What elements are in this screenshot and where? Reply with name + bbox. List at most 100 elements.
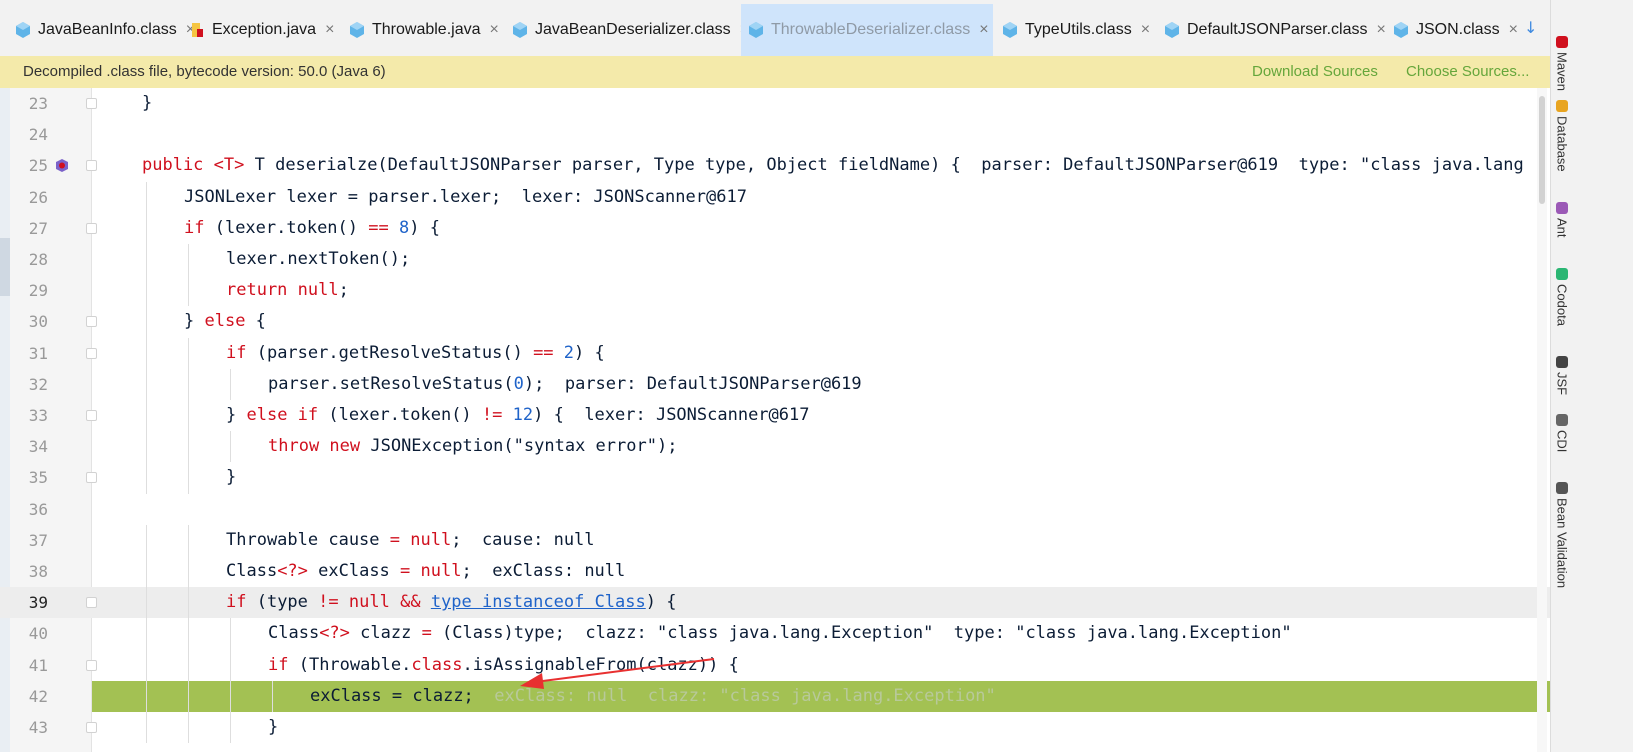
tool-window-maven[interactable]: Maven	[1553, 36, 1571, 91]
tab-json-class[interactable]: JSON.class ×	[1386, 4, 1518, 56]
tab-javabeandeserializer-class[interactable]: JavaBeanDeserializer.class×	[505, 4, 749, 56]
maven-icon	[1556, 36, 1568, 48]
fold-marker-icon[interactable]	[86, 597, 97, 609]
code-token: ) {	[645, 592, 677, 613]
fold-marker-icon[interactable]	[86, 472, 97, 484]
fold-marker-icon[interactable]	[86, 160, 97, 172]
more-tabs-icon[interactable]: ↓	[1524, 18, 1537, 37]
code-line[interactable]: 28 lexer.nextToken();	[0, 244, 1550, 275]
code-line[interactable]: 35}	[0, 462, 1550, 493]
tab-javabeaninfo-class[interactable]: JavaBeanInfo.class ×	[8, 4, 195, 56]
scrollbar-thumb[interactable]	[1539, 96, 1545, 204]
code-token: Class	[268, 623, 320, 644]
fold-marker-icon[interactable]	[86, 722, 97, 733]
code-line[interactable]: 31 if (parser.getResolveStatus() == 2) {	[0, 338, 1550, 369]
code-token: !=	[318, 592, 339, 613]
code-editor[interactable]: 23} 24 25 public <T> T deserialze(DefaultJS…	[0, 88, 1550, 752]
choose-sources-link[interactable]: Choose Sources...	[1406, 63, 1529, 80]
close-tab-icon[interactable]: ×	[490, 21, 499, 39]
debug-inline-value: parser: DefaultJSONParser@619 type: "cla…	[981, 155, 1524, 176]
close-tab-icon[interactable]: ×	[1377, 21, 1386, 39]
close-tab-icon[interactable]: ×	[1509, 21, 1518, 39]
code-token: T deserialze(DefaultJSONParser parser, T…	[244, 155, 982, 176]
code-line[interactable]: 26 JSONLexer lexer = parser.lexer; lexer:…	[0, 182, 1550, 213]
tab-throwabledeserializer-class[interactable]: ThrowableDeserializer.class ×	[741, 4, 993, 56]
inspection-link[interactable]: type instanceof Class	[431, 592, 646, 612]
fold-marker-icon[interactable]	[86, 410, 97, 421]
tool-window-bean-validation[interactable]: Bean Validation	[1553, 482, 1571, 588]
debug-inline-value: exClass: null	[492, 561, 626, 581]
indent-guide	[188, 712, 189, 744]
tool-window-label: Ant	[1554, 218, 1570, 238]
tool-window-label: JSF	[1554, 372, 1570, 396]
method-breakpoint-icon[interactable]	[55, 158, 70, 173]
tool-window-ant[interactable]: Ant	[1553, 202, 1571, 238]
line-number: 24	[28, 125, 48, 145]
code-token: =	[400, 561, 411, 581]
tab-typeutils-class[interactable]: TypeUtils.class ×	[995, 4, 1155, 56]
tool-window-codota[interactable]: Codota	[1553, 268, 1571, 326]
indent-guide	[230, 368, 231, 400]
code-line[interactable]: 40 Class<?> clazz = (Class)type; clazz: "…	[0, 618, 1550, 649]
code-token: ) {	[409, 217, 440, 238]
indent-guide	[188, 649, 189, 681]
close-tab-icon[interactable]: ×	[1141, 21, 1150, 39]
class-file-icon	[350, 22, 364, 38]
code-token: if	[184, 217, 205, 238]
fold-marker-icon[interactable]	[86, 316, 97, 328]
indent-guide	[146, 712, 147, 744]
close-tab-icon[interactable]: ×	[979, 21, 988, 39]
indent-guide	[188, 337, 189, 369]
indent-guide	[146, 431, 147, 463]
tool-window-label: Codota	[1554, 284, 1570, 326]
code-text: JSONLexer lexer = parser.lexer; lexer: J…	[184, 182, 747, 213]
tab-throwable-java[interactable]: Throwable.java ×	[342, 4, 503, 56]
code-line[interactable]: 36	[0, 494, 1550, 525]
code-line[interactable]: 33} else if (lexer.token() != 12) { lexe…	[0, 400, 1550, 431]
line-number: 43	[28, 718, 48, 737]
tab-defaultjsonparser-class[interactable]: DefaultJSONParser.class ×	[1157, 4, 1386, 56]
code-line[interactable]: 30} else {	[0, 306, 1550, 337]
code-line[interactable]: 32 parser.setResolveStatus(0); parser: De…	[0, 369, 1550, 400]
code-line[interactable]: 34 throw new JSONException("syntax error"…	[0, 431, 1550, 462]
code-line[interactable]: 37 Throwable cause = null; cause: null	[0, 525, 1550, 556]
indent-guide	[146, 306, 147, 338]
code-token: public	[142, 155, 214, 176]
tool-window-jsf[interactable]: JSF	[1553, 356, 1571, 395]
tool-window-database[interactable]: Database	[1553, 100, 1571, 172]
line-number: 41	[28, 655, 48, 675]
code-line[interactable]: 25 public <T> T deserialze(DefaultJSONPar…	[0, 150, 1550, 181]
code-line[interactable]: 39 if (type != null && type instanceof Cl…	[0, 587, 1550, 619]
code-text: if (type != null && type instanceof Clas…	[226, 587, 676, 618]
code-token: (type	[246, 592, 319, 613]
code-line[interactable]: 41 if (Throwable.class.isAssignableFrom(c…	[0, 650, 1550, 681]
fold-marker-icon[interactable]	[86, 98, 97, 109]
code-line[interactable]: 27 if (lexer.token() == 8) {	[0, 213, 1550, 244]
code-line[interactable]: 24	[0, 119, 1550, 150]
line-number: 34	[28, 437, 48, 457]
indent-guide	[188, 368, 189, 400]
code-text: return null;	[226, 275, 349, 306]
code-line[interactable]: 23}	[0, 88, 1550, 119]
code-line[interactable]: 42 exClass = clazz; exClass: null clazz: …	[0, 681, 1550, 712]
fold-marker-icon[interactable]	[86, 222, 97, 234]
code-line[interactable]: 43}	[0, 712, 1550, 743]
fold-marker-icon[interactable]	[86, 659, 97, 671]
indent-guide	[188, 587, 189, 619]
close-tab-icon[interactable]: ×	[325, 21, 334, 39]
class-file-icon	[513, 22, 527, 38]
code-token: 2	[563, 342, 575, 363]
indent-guide	[146, 244, 147, 276]
fold-marker-icon[interactable]	[86, 347, 97, 359]
line-number: 42	[28, 686, 48, 706]
code-line[interactable]: 38 Class<?> exClass = null; exClass: null	[0, 556, 1550, 587]
download-sources-link[interactable]: Download Sources	[1252, 63, 1378, 80]
code-line[interactable]: 29 return null;	[0, 275, 1550, 306]
bean-validation-icon	[1556, 482, 1568, 494]
code-text: } else if (lexer.token() != 12) { lexer:…	[226, 400, 809, 431]
tab-exception-java[interactable]: Exception.java ×	[182, 4, 340, 56]
indent-guide	[188, 462, 189, 494]
class-file-icon	[1394, 22, 1408, 38]
tool-window-cdi[interactable]: CDI	[1553, 414, 1571, 452]
